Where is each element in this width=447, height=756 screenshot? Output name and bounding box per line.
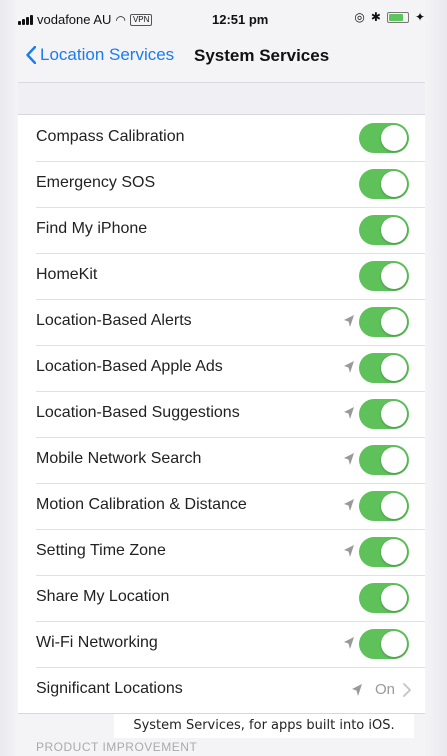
section-footer: PRODUCT IMPROVEMENT (36, 740, 198, 754)
toggle-switch[interactable] (359, 261, 409, 291)
back-button[interactable]: Location Services (26, 45, 174, 65)
charging-icon: ✦ (414, 10, 425, 24)
toggle-knob (381, 171, 407, 197)
toggle-knob (381, 217, 407, 243)
significant-locations-row[interactable]: Significant Locations On (18, 667, 425, 713)
vpn-badge: VPN (129, 13, 153, 26)
location-status-icon: ◎ (354, 10, 365, 24)
location-arrow-icon (344, 407, 354, 419)
row-label: HomeKit (36, 266, 98, 283)
back-button-label: Location Services (40, 45, 175, 64)
toggle-switch[interactable] (359, 353, 409, 383)
device-edge-left (0, 0, 18, 756)
row-label: Motion Calibration & Distance (36, 496, 247, 513)
row-location-based-apple-ads: Location-Based Apple Ads (18, 345, 425, 391)
toggle-knob (381, 401, 407, 427)
chevron-right-icon (403, 683, 411, 697)
toggle-switch[interactable] (359, 215, 409, 245)
row-label: Wi-Fi Networking (36, 634, 158, 651)
row-motion-calibration-and-distance: Motion Calibration & Distance (18, 483, 425, 529)
section-spacer (18, 82, 425, 115)
signal-strength-icon (18, 14, 33, 25)
row-label: Share My Location (36, 588, 170, 605)
status-bar: vodafone AU ◠ VPN 12:51 pm ◎ ✱ ✦ (18, 0, 425, 36)
toggle-knob (381, 631, 407, 657)
row-location-based-alerts: Location-Based Alerts (18, 299, 425, 345)
battery-icon (386, 11, 409, 23)
location-arrow-icon (352, 684, 362, 696)
significant-locations-value: On (374, 681, 395, 698)
toggle-switch[interactable] (359, 583, 409, 613)
toggle-switch[interactable] (359, 537, 409, 567)
wifi-icon: ◠ (115, 12, 126, 27)
row-label: Location-Based Suggestions (36, 404, 240, 421)
toggle-knob (381, 309, 407, 335)
location-arrow-icon (344, 315, 354, 327)
row-label: Find My iPhone (36, 220, 148, 237)
image-caption: System Services, for apps built into iOS… (114, 714, 414, 738)
toggle-knob (381, 263, 407, 289)
location-arrow-icon (344, 361, 354, 373)
row-label: Significant Locations (36, 680, 183, 697)
toggle-knob (381, 585, 407, 611)
toggle-knob (381, 539, 407, 565)
location-arrow-icon (344, 453, 354, 465)
toggle-switch[interactable] (359, 399, 409, 429)
row-find-my-iphone: Find My iPhone (18, 207, 425, 253)
status-time: 12:51 pm (212, 12, 269, 27)
bluetooth-icon: ✱ (370, 10, 381, 24)
row-wi-fi-networking: Wi-Fi Networking (18, 621, 425, 667)
toggle-knob (381, 493, 407, 519)
row-label: Location-Based Alerts (36, 312, 192, 329)
toggle-switch[interactable] (359, 491, 409, 521)
toggle-knob (381, 355, 407, 381)
toggle-switch[interactable] (359, 123, 409, 153)
page-title: System Services (194, 46, 330, 65)
row-label: Setting Time Zone (36, 542, 166, 559)
row-emergency-sos: Emergency SOS (18, 161, 425, 207)
carrier-info: vodafone AU ◠ VPN (18, 12, 153, 27)
toggle-switch[interactable] (359, 307, 409, 337)
system-services-list: Compass Calibration Emergency SOS Find My … (18, 114, 425, 714)
toggle-switch[interactable] (359, 169, 409, 199)
row-mobile-network-search: Mobile Network Search (18, 437, 425, 483)
row-share-my-location: Share My Location (18, 575, 425, 621)
toggle-knob (381, 447, 407, 473)
toggle-knob (381, 125, 407, 151)
row-location-based-suggestions: Location-Based Suggestions (18, 391, 425, 437)
row-setting-time-zone: Setting Time Zone (18, 529, 425, 575)
toggle-switch[interactable] (359, 445, 409, 475)
location-arrow-icon (344, 545, 354, 557)
location-arrow-icon (344, 499, 354, 511)
row-compass-calibration: Compass Calibration (18, 115, 425, 161)
row-homekit: HomeKit (18, 253, 425, 299)
chevron-left-icon (26, 46, 36, 64)
status-indicators: ◎ ✱ ✦ (354, 10, 425, 24)
row-label: Location-Based Apple Ads (36, 358, 223, 375)
device-edge-right (425, 0, 447, 756)
location-arrow-icon (344, 637, 354, 649)
carrier-name: vodafone AU (37, 12, 112, 27)
row-label: Mobile Network Search (36, 450, 202, 467)
navigation-bar: Location Services System Services (18, 36, 425, 82)
row-label: Compass Calibration (36, 128, 185, 145)
row-label: Emergency SOS (36, 174, 156, 191)
toggle-switch[interactable] (359, 629, 409, 659)
